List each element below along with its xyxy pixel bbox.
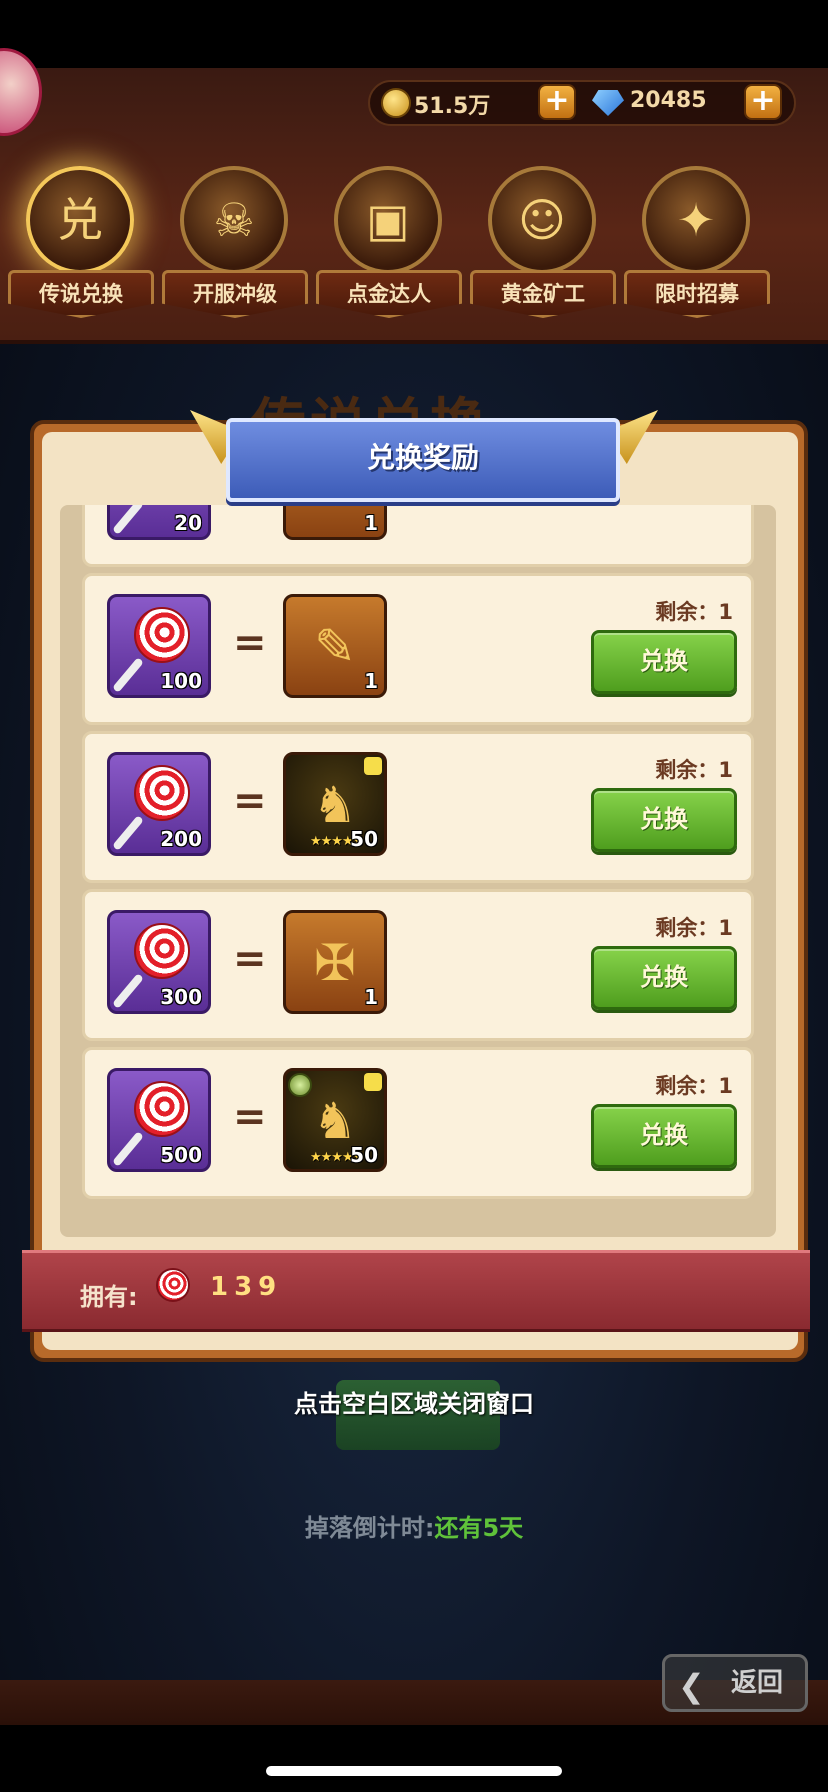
countdown-value: 还有5天 <box>434 1514 524 1542</box>
tab-legend-exchange[interactable]: 兑 传说兑换 <box>8 166 154 336</box>
lollipop-icon: 100 <box>107 594 211 698</box>
add-gems-button[interactable]: + <box>744 84 782 120</box>
equals-sign: = <box>233 936 267 982</box>
treasure-box-icon: ✠ 1 <box>283 910 387 1014</box>
modal-title: 兑换奖励 <box>366 441 479 474</box>
exchange-button[interactable]: 兑换 <box>591 630 737 694</box>
tab-limited-recruit[interactable]: ✦ 限时招募 <box>624 166 770 336</box>
scroll-map-icon: ❖ 1 <box>283 505 387 540</box>
tab-label: 开服冲级 <box>162 270 308 318</box>
owned-label: 拥有: <box>80 1283 138 1311</box>
drop-countdown: 掉落倒计时:还有5天 <box>0 1508 828 1543</box>
exchange-row: 300 = ✠ 1 剩余：1 兑换 <box>82 889 754 1041</box>
lollipop-icon <box>156 1268 190 1302</box>
miner-icon: ☺ <box>488 166 596 274</box>
exchange-button[interactable]: 兑换 <box>591 788 737 852</box>
tab-gold-miner[interactable]: ☺ 黄金矿工 <box>470 166 616 336</box>
reward-count: 1 <box>364 669 378 693</box>
tab-label: 限时招募 <box>624 270 770 318</box>
exchange-row: 200 = ♞ ★★★★★ 50 剩余：1 兑换 <box>82 731 754 883</box>
exchange-button[interactable]: 兑换 <box>591 946 737 1010</box>
owned-bar <box>22 1250 810 1332</box>
tab-label: 点金达人 <box>316 270 462 318</box>
legend-exchange-icon: 兑 <box>26 166 134 274</box>
winged-emblem-icon: ✦ <box>642 166 750 274</box>
gold-coin-icon <box>381 88 411 118</box>
cost-amount: 20 <box>174 511 202 535</box>
owned-value: 139 <box>210 1272 283 1302</box>
hero-shard-icon: ♞ ★★★★★ 50 <box>283 1068 387 1172</box>
remaining-count: 剩余：1 <box>655 600 733 624</box>
lollipop-icon: 500 <box>107 1068 211 1172</box>
countdown-label: 掉落倒计时: <box>304 1514 435 1542</box>
equals-sign: = <box>233 778 267 824</box>
cost-amount: 300 <box>160 985 202 1009</box>
gem-amount: 20485 <box>630 88 707 113</box>
hero-shard-icon: ♞ ★★★★★ 50 <box>283 752 387 856</box>
tab-label: 黄金矿工 <box>470 270 616 318</box>
lollipop-icon: 20 <box>107 505 211 540</box>
reward-count: 1 <box>364 511 378 535</box>
exchange-button[interactable]: 兑换 <box>591 1104 737 1168</box>
home-indicator[interactable] <box>266 1766 562 1776</box>
remaining-count: 剩余：1 <box>655 916 733 940</box>
equals-sign: = <box>233 505 267 508</box>
puzzle-piece-icon <box>364 1073 382 1091</box>
reward-count: 1 <box>364 985 378 1009</box>
tab-midas-master[interactable]: ▣ 点金达人 <box>316 166 462 336</box>
treasure-chest-icon: ▣ <box>334 166 442 274</box>
exchange-row: 500 = ♞ ★★★★★ 50 剩余：1 兑换 <box>82 1047 754 1199</box>
cost-amount: 500 <box>160 1143 202 1167</box>
exchange-row: 100 = ✎ 1 剩余：1 兑换 <box>82 573 754 725</box>
equals-sign: = <box>233 620 267 666</box>
tab-server-leveling[interactable]: ☠ 开服冲级 <box>162 166 308 336</box>
back-arrow-icon: ❮ <box>678 1667 705 1705</box>
lollipop-icon: 200 <box>107 752 211 856</box>
reward-list[interactable]: 20 = ❖ 1 兑换 100 = ✎ 1 剩余：1 兑换 <box>60 505 776 1237</box>
remaining-count: 剩余：1 <box>655 1074 733 1098</box>
cost-amount: 100 <box>160 669 202 693</box>
close-hint[interactable]: 点击空白区域关闭窗口 <box>0 1384 828 1419</box>
cost-amount: 200 <box>160 827 202 851</box>
medal-badge-icon <box>288 1073 312 1097</box>
puzzle-piece-icon <box>364 757 382 775</box>
skull-trophy-icon: ☠ <box>180 166 288 274</box>
exchange-row: 20 = ❖ 1 兑换 <box>82 505 754 567</box>
add-gold-button[interactable]: + <box>538 84 576 120</box>
gold-amount: 51.5万 <box>414 94 491 119</box>
lollipop-icon: 300 <box>107 910 211 1014</box>
tab-label: 传说兑换 <box>8 270 154 318</box>
reward-count: 50 <box>350 1143 378 1167</box>
reward-count: 50 <box>350 827 378 851</box>
remaining-count: 剩余：1 <box>655 758 733 782</box>
golden-scroll-icon: ✎ 1 <box>283 594 387 698</box>
equals-sign: = <box>233 1094 267 1140</box>
